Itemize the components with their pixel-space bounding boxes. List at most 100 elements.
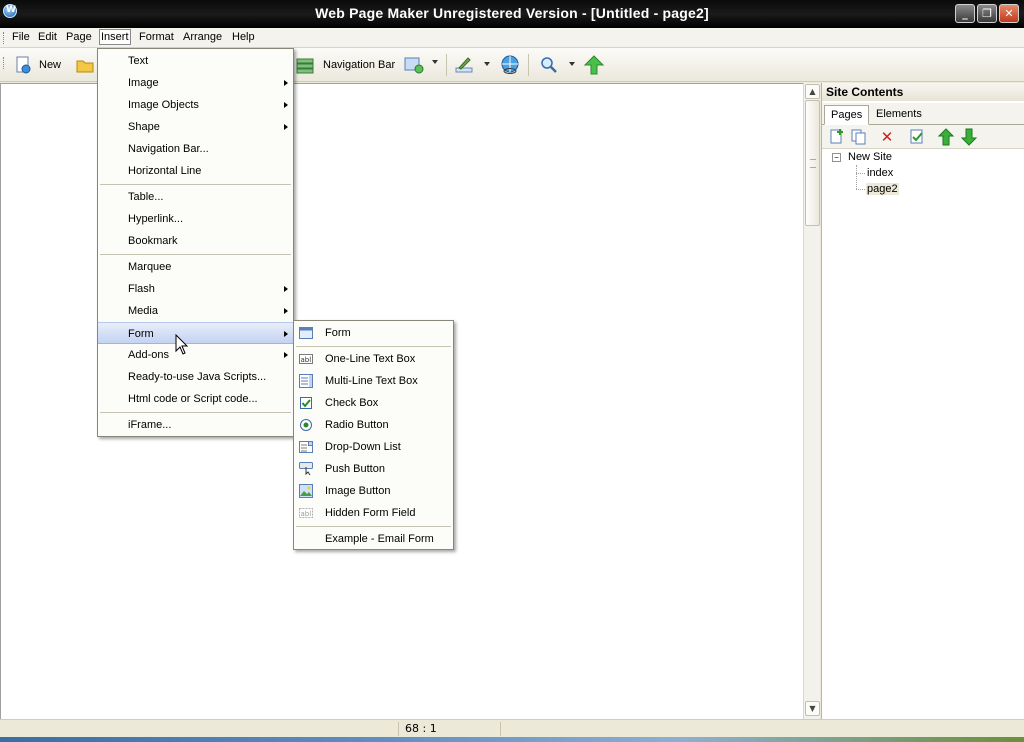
site-contents-panel: Site Contents Pages Elements ✕ − New Sit…: [821, 83, 1024, 719]
menu-item-image[interactable]: Image: [98, 72, 293, 94]
menu-help[interactable]: Help: [232, 31, 255, 43]
drop-down-list-icon: [299, 441, 313, 453]
menu-item-html-code[interactable]: Html code or Script code...: [98, 388, 293, 410]
publish-up-arrow-icon[interactable]: [584, 55, 604, 75]
submenu-item-push-button[interactable]: Push Button: [294, 458, 453, 480]
menu-arrange[interactable]: Arrange: [183, 31, 222, 43]
menu-item-image-objects[interactable]: Image Objects: [98, 94, 293, 116]
check-box-icon: [300, 397, 312, 409]
copy-page-icon[interactable]: [850, 128, 868, 146]
svg-text:abl: abl: [301, 356, 312, 364]
toolbar-grip: [3, 57, 6, 69]
menu-item-java-scripts[interactable]: Ready-to-use Java Scripts...: [98, 366, 293, 388]
menu-item-flash[interactable]: Flash: [98, 278, 293, 300]
menu-item-bookmark[interactable]: Bookmark: [98, 230, 293, 252]
pen-tool-icon[interactable]: [455, 56, 473, 74]
restore-button[interactable]: ❐: [977, 4, 997, 23]
scroll-down-button[interactable]: ▼: [805, 701, 820, 716]
site-contents-tabs: Pages Elements: [822, 103, 1024, 125]
submenu-item-example-email-form[interactable]: Example - Email Form: [294, 528, 453, 550]
move-up-arrow-icon[interactable]: [937, 128, 955, 146]
submenu-item-check-box[interactable]: Check Box: [294, 392, 453, 414]
submenu-arrow-icon: [284, 286, 288, 292]
move-down-arrow-icon[interactable]: [960, 128, 978, 146]
tree-collapse-icon[interactable]: −: [832, 153, 841, 162]
submenu-item-drop-down-list[interactable]: Drop-Down List: [294, 436, 453, 458]
push-button-icon: [299, 462, 313, 476]
menu-format[interactable]: Format: [139, 31, 174, 43]
text-box-icon: abl: [299, 354, 313, 364]
form-icon: [299, 327, 313, 339]
svg-text:abl: abl: [301, 510, 312, 518]
set-home-page-icon[interactable]: [908, 128, 926, 146]
submenu-item-one-line-text-box[interactable]: abl One-Line Text Box: [294, 348, 453, 370]
new-button-label: New: [39, 59, 62, 71]
menu-item-form[interactable]: Form: [98, 322, 293, 344]
menu-item-marquee[interactable]: Marquee: [98, 256, 293, 278]
menu-item-horizontal-line[interactable]: Horizontal Line: [98, 160, 293, 182]
tab-elements[interactable]: Elements: [870, 105, 928, 125]
submenu-arrow-icon: [284, 102, 288, 108]
menu-item-shape[interactable]: Shape: [98, 116, 293, 138]
delete-page-icon[interactable]: ✕: [878, 128, 896, 146]
navigation-bar-label: Navigation Bar: [323, 59, 396, 71]
open-folder-icon[interactable]: [76, 56, 94, 74]
submenu-item-multi-line-text-box[interactable]: Multi-Line Text Box: [294, 370, 453, 392]
menu-separator: [296, 346, 451, 347]
menu-page[interactable]: Page: [66, 31, 92, 43]
submenu-item-hidden-form-field[interactable]: abl Hidden Form Field: [294, 502, 453, 524]
menu-item-media[interactable]: Media: [98, 300, 293, 322]
menu-separator: [296, 526, 451, 527]
submenu-item-form[interactable]: Form: [294, 322, 453, 344]
hidden-field-icon: abl: [299, 508, 313, 518]
pen-dropdown-icon[interactable]: [484, 62, 490, 66]
menu-edit[interactable]: Edit: [38, 31, 57, 43]
status-cell-empty: [500, 722, 820, 736]
submenu-item-radio-button[interactable]: Radio Button: [294, 414, 453, 436]
submenu-item-image-button[interactable]: Image Button: [294, 480, 453, 502]
scroll-thumb[interactable]: [805, 100, 820, 226]
tree-page-page2[interactable]: page2: [866, 183, 899, 195]
tree-connector: [856, 165, 857, 189]
menu-separator: [100, 412, 291, 413]
scroll-up-button[interactable]: ▲: [805, 84, 820, 99]
shape-dropdown-icon[interactable]: [432, 60, 438, 64]
close-button[interactable]: ✕: [999, 4, 1019, 23]
tab-pages[interactable]: Pages: [824, 105, 870, 125]
menu-file[interactable]: File: [12, 31, 30, 43]
shape-icon[interactable]: [404, 56, 426, 74]
minimize-button[interactable]: _: [955, 4, 975, 23]
menu-insert[interactable]: Insert: [99, 29, 131, 45]
menubar-grip: [3, 32, 6, 44]
menu-item-add-ons[interactable]: Add-ons: [98, 344, 293, 366]
globe-link-icon[interactable]: [500, 55, 520, 75]
submenu-arrow-icon: [284, 331, 288, 337]
cursor-position: 68 : 1: [398, 722, 500, 736]
form-submenu: Form abl One-Line Text Box Multi-Line Te…: [293, 320, 454, 550]
canvas-vertical-scrollbar[interactable]: ▲ ▼: [803, 83, 820, 719]
menu-item-table[interactable]: Table...: [98, 186, 293, 208]
menu-item-navigation-bar[interactable]: Navigation Bar...: [98, 138, 293, 160]
tree-root-new-site[interactable]: New Site: [848, 151, 892, 163]
new-button[interactable]: New: [12, 55, 66, 77]
submenu-arrow-icon: [284, 80, 288, 86]
menu-item-iframe[interactable]: iFrame...: [98, 414, 293, 436]
menu-item-text[interactable]: Text: [98, 50, 293, 72]
radio-button-icon: [300, 419, 312, 431]
zoom-icon[interactable]: [540, 56, 558, 74]
site-tree: − New Site index page2: [830, 151, 1020, 211]
site-contents-title: Site Contents: [822, 83, 1024, 101]
submenu-arrow-icon: [284, 308, 288, 314]
menu-separator: [100, 254, 291, 255]
add-page-icon[interactable]: [828, 128, 846, 146]
navigation-bar-button[interactable]: Navigation Bar: [296, 55, 396, 77]
submenu-arrow-icon: [284, 352, 288, 358]
window-title: Web Page Maker Unregistered Version - [U…: [315, 5, 709, 21]
taskbar-strip: [0, 737, 1024, 742]
tree-connector: [856, 173, 865, 174]
zoom-dropdown-icon[interactable]: [569, 62, 575, 66]
pages-toolbar: ✕: [822, 125, 1024, 149]
tree-page-index[interactable]: index: [867, 167, 893, 179]
menu-item-hyperlink[interactable]: Hyperlink...: [98, 208, 293, 230]
image-button-icon: [299, 484, 313, 498]
